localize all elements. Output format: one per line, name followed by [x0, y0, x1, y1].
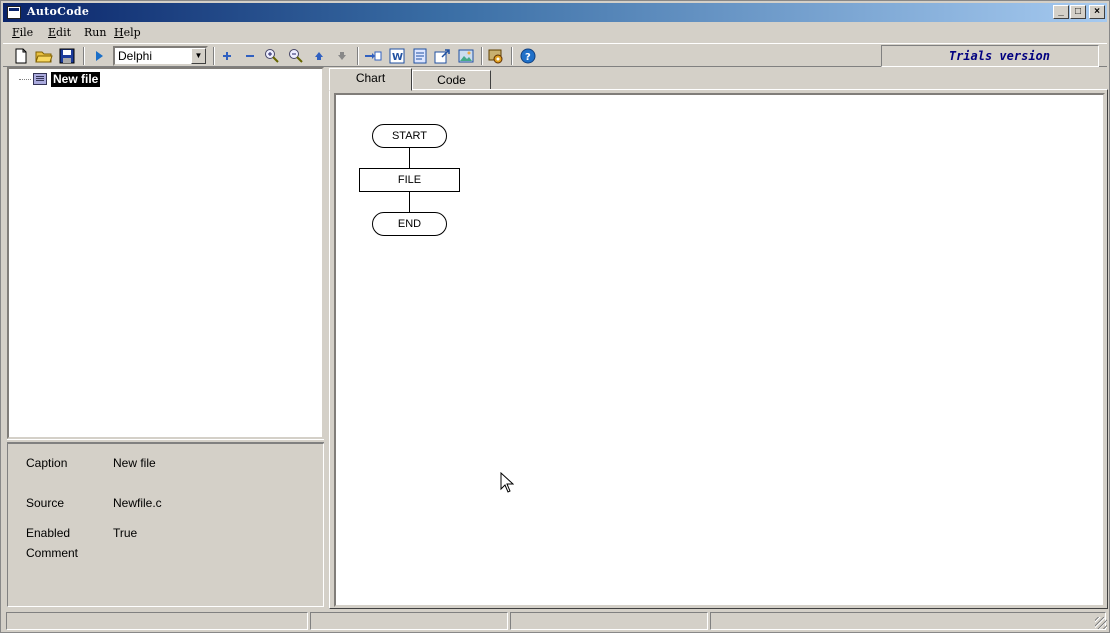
close-button[interactable]: ×	[1089, 5, 1105, 19]
run-icon[interactable]	[89, 46, 109, 66]
svg-text:?: ?	[525, 52, 531, 63]
tab-chart[interactable]: Chart	[329, 68, 412, 91]
zoom-in-icon[interactable]	[262, 46, 282, 66]
autocode-window: AutoCode _ □ × File Edit Run Help Delphi…	[0, 0, 1110, 633]
file-tree[interactable]: New file	[7, 67, 324, 439]
properties-panel: Caption New file Source Newfile.c Enable…	[7, 443, 324, 607]
flowchart-end[interactable]: END	[372, 212, 447, 236]
move-up-icon[interactable]	[309, 46, 329, 66]
menu-run[interactable]: Run	[84, 26, 106, 39]
maximize-button[interactable]: □	[1070, 5, 1086, 19]
flowchart-connector	[409, 148, 410, 168]
property-value[interactable]: True	[113, 526, 137, 540]
title-bar[interactable]: AutoCode _ □ ×	[3, 3, 1107, 22]
status-bar	[3, 610, 1109, 631]
status-cell	[310, 612, 508, 630]
settings-icon[interactable]	[486, 46, 506, 66]
resize-grip-icon[interactable]	[1095, 617, 1107, 629]
menu-bar: File Edit Run Help	[3, 23, 1107, 42]
property-value[interactable]: New file	[113, 456, 156, 470]
chevron-down-icon[interactable]: ▼	[191, 48, 206, 64]
zoom-out-icon[interactable]	[286, 46, 306, 66]
property-label: Source	[26, 496, 65, 510]
tree-item-new-file[interactable]: New file	[19, 71, 101, 87]
language-select[interactable]: Delphi ▼	[113, 46, 208, 66]
flowchart-connector	[409, 192, 410, 212]
menu-edit[interactable]: Edit	[48, 26, 71, 39]
mouse-cursor-icon	[500, 472, 514, 493]
property-label: Caption	[26, 456, 68, 470]
window-title: AutoCode	[27, 5, 90, 18]
property-value[interactable]: Newfile.c	[113, 496, 162, 510]
help-icon[interactable]: ?	[518, 46, 538, 66]
trials-version-label: Trials version	[881, 45, 1099, 67]
flowchart-canvas[interactable]: START FILE END	[334, 93, 1105, 607]
document-icon	[33, 73, 47, 85]
save-icon[interactable]	[57, 46, 77, 66]
status-cell	[6, 612, 308, 630]
chart-frame: START FILE END	[329, 89, 1108, 609]
tab-code[interactable]: Code	[412, 70, 491, 90]
import-icon[interactable]	[363, 46, 383, 66]
toolbar: Delphi ▼ W ? Trials version	[3, 43, 1107, 67]
menu-file[interactable]: File	[12, 26, 33, 39]
document-export-icon[interactable]	[410, 46, 430, 66]
property-label: Comment	[26, 546, 79, 560]
minimize-button[interactable]: _	[1053, 5, 1069, 19]
remove-icon[interactable]	[240, 46, 260, 66]
add-icon[interactable]	[217, 46, 237, 66]
property-label: Enabled	[26, 526, 71, 540]
flowchart-start[interactable]: START	[372, 124, 447, 148]
export-arrow-icon[interactable]	[433, 46, 453, 66]
open-folder-icon[interactable]	[34, 46, 54, 66]
flowchart-process[interactable]: FILE	[359, 168, 460, 192]
app-icon	[7, 6, 21, 19]
move-down-icon[interactable]	[332, 46, 352, 66]
new-file-icon[interactable]	[11, 46, 31, 66]
image-export-icon[interactable]	[456, 46, 476, 66]
word-export-icon[interactable]: W	[387, 46, 407, 66]
menu-help[interactable]: Help	[114, 26, 141, 39]
tree-item-label: New file	[51, 71, 101, 87]
svg-text:W: W	[392, 52, 403, 63]
status-cell	[710, 612, 1106, 630]
status-cell	[510, 612, 708, 630]
language-value: Delphi	[118, 49, 153, 63]
